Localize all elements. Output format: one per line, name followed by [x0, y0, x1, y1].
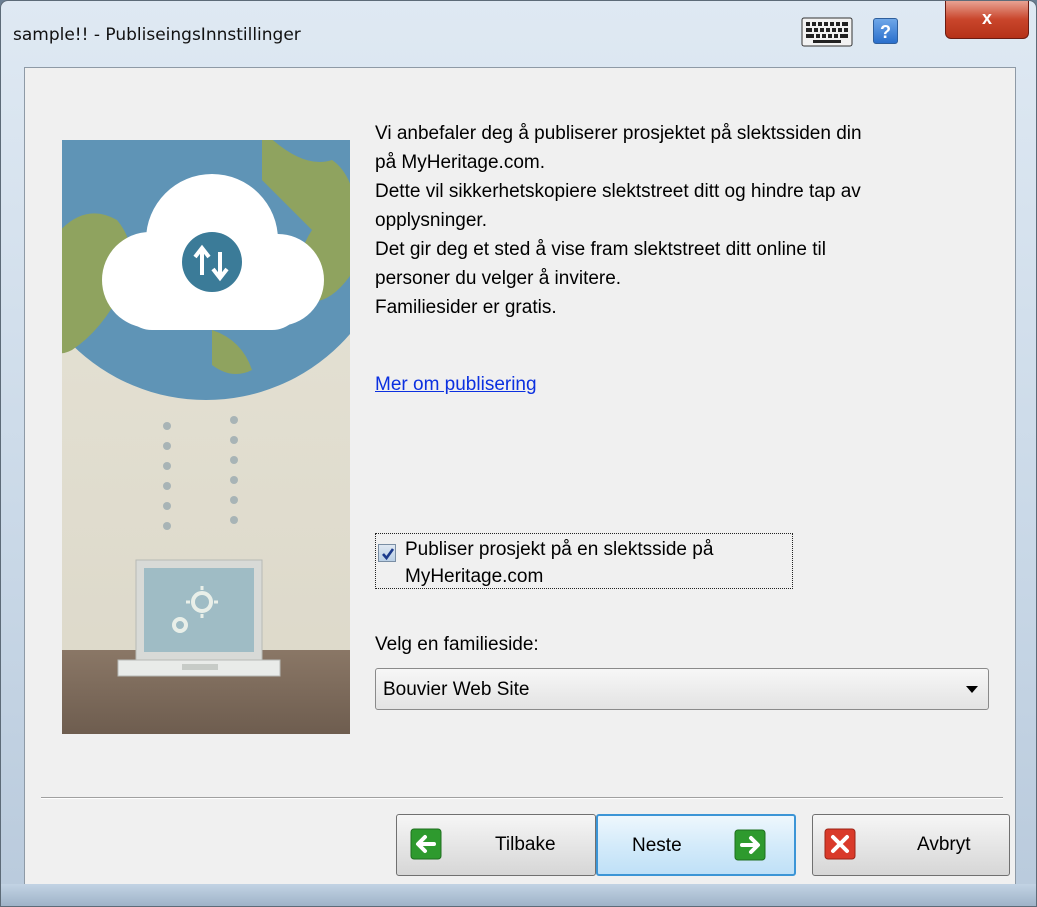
description-line: Det gir deg et sted å vise fram slektstr…	[375, 239, 826, 260]
back-button[interactable]: Tilbake	[396, 814, 596, 876]
publish-checkbox-label[interactable]: Publiser prosjekt på en slektsside på My…	[405, 536, 785, 590]
description-line: Familiesider er gratis.	[375, 297, 557, 318]
dialog-content: Vi anbefaler deg å publiserer prosjektet…	[24, 67, 1016, 885]
description-line: Vi anbefaler deg å publiserer prosjektet…	[375, 123, 862, 144]
family-site-select[interactable]: Bouvier Web Site	[375, 668, 989, 710]
title-bar[interactable]: sample!! - PubliseingsInnstillinger ? x	[1, 1, 1036, 67]
arrow-left-icon	[410, 828, 442, 860]
dropdown-arrow-icon	[966, 686, 978, 693]
checkbox-label-line: MyHeritage.com	[405, 566, 544, 587]
family-site-label: Velg en familieside:	[375, 634, 539, 655]
more-about-publishing-link[interactable]: Mer om publisering	[375, 374, 537, 396]
cancel-button[interactable]: Avbryt	[812, 814, 1010, 876]
dialog-window: sample!! - PubliseingsInnstillinger ? x	[0, 0, 1037, 907]
cancel-button-label: Avbryt	[917, 834, 971, 855]
help-icon[interactable]: ?	[873, 18, 898, 44]
publish-checkbox[interactable]	[378, 544, 396, 562]
publish-illustration	[62, 140, 350, 734]
keyboard-icon[interactable]	[801, 17, 853, 47]
description-line: på MyHeritage.com.	[375, 152, 546, 173]
next-button[interactable]: Neste	[596, 814, 796, 876]
description-line: opplysninger.	[375, 210, 487, 231]
publish-checkbox-row[interactable]: Publiser prosjekt på en slektsside på My…	[375, 533, 793, 589]
checkbox-label-line: Publiser prosjekt på en slektsside på	[405, 539, 714, 560]
checkmark-icon	[382, 548, 395, 561]
window-bottom-border	[1, 884, 1036, 906]
next-button-label: Neste	[632, 835, 682, 856]
button-separator	[41, 797, 1003, 799]
description-line: personer du velger å invitere.	[375, 268, 622, 289]
back-button-label: Tilbake	[495, 834, 556, 855]
close-icon: x	[981, 8, 992, 28]
arrow-right-icon	[734, 829, 766, 861]
family-site-selected-value: Bouvier Web Site	[383, 679, 530, 700]
window-title: sample!! - PubliseingsInnstillinger	[13, 25, 301, 45]
x-icon	[824, 828, 856, 860]
close-button[interactable]: x	[945, 1, 1029, 39]
publish-description: Vi anbefaler deg å publiserer prosjektet…	[375, 119, 987, 322]
description-line: Dette vil sikkerhetskopiere slektstreet …	[375, 181, 861, 202]
